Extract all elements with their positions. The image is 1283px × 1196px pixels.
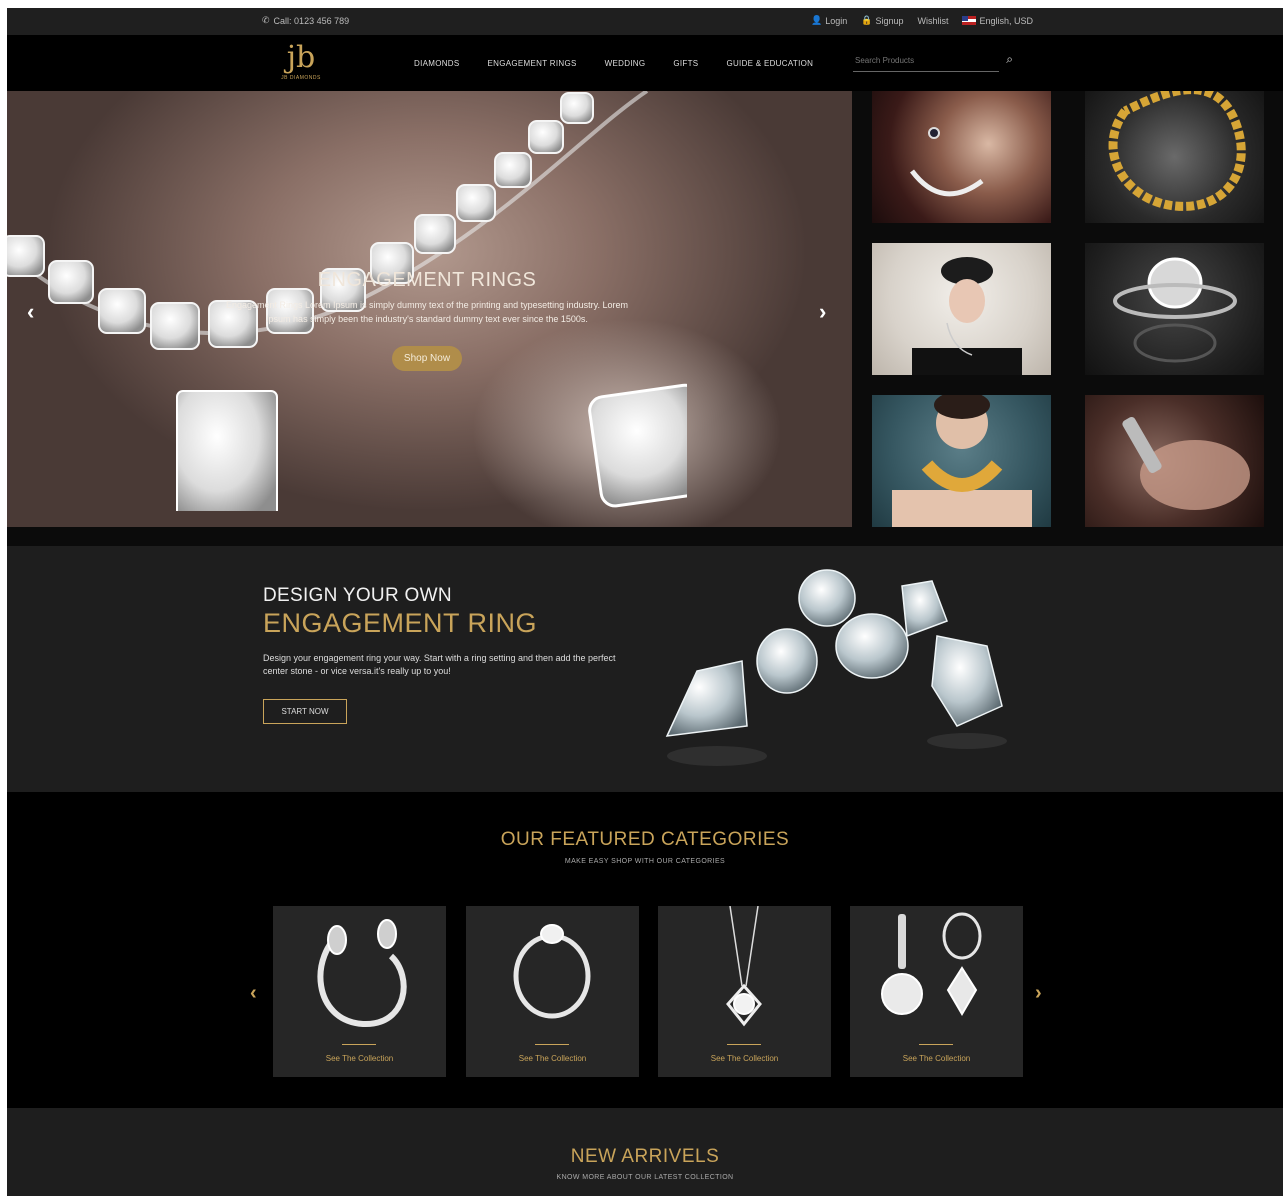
card-divider (342, 1044, 376, 1045)
design-text: Design your engagement ring your way. St… (263, 653, 616, 676)
see-collection-link[interactable]: See The Collection (273, 1054, 446, 1063)
page: ✆ Call: 0123 456 789 👤 Login 🔒 Signup Wi… (7, 8, 1283, 1196)
categories-title: OUR FEATURED CATEGORIES (500, 829, 790, 850)
design-heading-line2: ENGAGEMENT RING (263, 608, 538, 638)
us-flag-icon (962, 16, 977, 25)
hero-text: Engagement Rings Lorem Ipsum is simply d… (225, 300, 629, 324)
arrivals-subtitle: KNOW MORE ABOUT OUR LATEST COLLECTION (556, 1174, 734, 1181)
wishlist-label: Wishlist (917, 15, 949, 26)
thumb-model-earrings[interactable] (872, 91, 1051, 223)
account-links: 👤 Login 🔒 Signup Wishlist English, USD (811, 15, 1033, 26)
search-input[interactable] (853, 52, 973, 69)
thumb-model-pendant[interactable] (872, 243, 1051, 375)
search-icon[interactable]: ⌕ (1006, 52, 1013, 67)
hero-next-arrow[interactable]: › (819, 299, 826, 325)
signup-link[interactable]: 🔒 Signup (861, 15, 903, 26)
categories-next-arrow[interactable]: › (1035, 982, 1042, 1005)
design-heading-line1: DESIGN YOUR OWN (263, 585, 452, 606)
jeweler-hands-image (1122, 416, 1250, 510)
nav-guide-education[interactable]: GUIDE & EDUCATION (726, 59, 813, 68)
thumb-gold-chain[interactable] (1085, 91, 1264, 223)
design-your-own-section: DESIGN YOUR OWN ENGAGEMENT RING Design y… (7, 546, 1283, 792)
card-divider (535, 1044, 569, 1045)
signup-label: Signup (875, 15, 904, 26)
lock-icon: 🔒 (861, 15, 873, 25)
logo[interactable]: jb JB DIAMONDS (273, 40, 329, 82)
logo-mark: jb (286, 40, 316, 75)
user-icon: 👤 (810, 15, 823, 25)
main-nav: DIAMONDS ENGAGEMENT RINGS WEDDING GIFTS … (414, 59, 813, 68)
necklace-image (910, 127, 984, 197)
hero-prev-arrow[interactable]: ‹ (27, 299, 34, 325)
nav-engagement-rings[interactable]: ENGAGEMENT RINGS (488, 59, 577, 68)
nav-gifts[interactable]: GIFTS (673, 59, 698, 68)
new-arrivals-section: NEW ARRIVELS KNOW MORE ABOUT OUR LATEST … (7, 1108, 1283, 1196)
thumb-jeweler[interactable] (1085, 395, 1264, 527)
top-bar: ✆ Call: 0123 456 789 👤 Login 🔒 Signup Wi… (7, 8, 1283, 35)
login-link[interactable]: 👤 Login (811, 15, 847, 26)
category-card-pendants[interactable]: See The Collection (658, 906, 831, 1077)
search-box: ⌕ (853, 50, 1013, 72)
featured-categories-section: OUR FEATURED CATEGORIES MAKE EASY SHOP W… (7, 792, 1283, 1108)
language-label: English, USD (979, 15, 1033, 26)
language-selector[interactable]: English, USD (962, 16, 1033, 26)
gold-necklace-model-image (892, 395, 1032, 527)
shop-now-button[interactable]: Shop Now (391, 346, 463, 371)
loose-diamonds-image (665, 569, 1007, 766)
nav-diamonds[interactable]: DIAMONDS (414, 59, 460, 68)
halo-ring-image (1113, 257, 1237, 363)
model-image (912, 257, 1022, 375)
main-header: jb JB DIAMONDS DIAMONDS ENGAGEMENT RINGS… (7, 35, 1283, 91)
categories-prev-arrow[interactable]: ‹ (250, 982, 257, 1005)
login-label: Login (825, 15, 848, 26)
see-collection-link[interactable]: See The Collection (850, 1054, 1023, 1063)
see-collection-link[interactable]: See The Collection (658, 1054, 831, 1063)
call-info[interactable]: ✆ Call: 0123 456 789 (262, 15, 349, 26)
category-card-rings[interactable]: See The Collection (466, 906, 639, 1077)
hero-title: ENGAGEMENT RINGS (317, 269, 537, 291)
pendant-image (726, 906, 762, 1027)
card-divider (727, 1044, 761, 1045)
arrivals-title: NEW ARRIVELS (570, 1146, 720, 1167)
ring-image (513, 924, 591, 1019)
thumb-model-gold[interactable] (872, 395, 1051, 527)
see-collection-link[interactable]: See The Collection (466, 1054, 639, 1063)
categories-subtitle: MAKE EASY SHOP WITH OUR CATEGORIES (564, 858, 726, 865)
hero-caption: ENGAGEMENT RINGS Engagement Rings Lorem … (217, 269, 637, 371)
wishlist-link[interactable]: Wishlist (917, 16, 948, 26)
hero-slider: ‹ › ENGAGEMENT RINGS Engagement Rings Lo… (7, 91, 852, 527)
category-card-earrings[interactable]: See The Collection (850, 906, 1023, 1077)
phone-icon: ✆ (262, 15, 270, 25)
category-card-bracelets[interactable]: See The Collection (273, 906, 446, 1077)
card-divider (919, 1044, 953, 1045)
earrings-image (881, 912, 982, 1016)
call-text: Call: 0123 456 789 (273, 15, 350, 26)
nav-wedding[interactable]: WEDDING (605, 59, 646, 68)
logo-name: JB DIAMONDS (281, 75, 321, 81)
bracelet-image (317, 919, 407, 1028)
gold-chain-image (1108, 91, 1246, 211)
start-now-button[interactable]: START NOW (263, 699, 347, 724)
thumb-halo-ring[interactable] (1085, 243, 1264, 375)
